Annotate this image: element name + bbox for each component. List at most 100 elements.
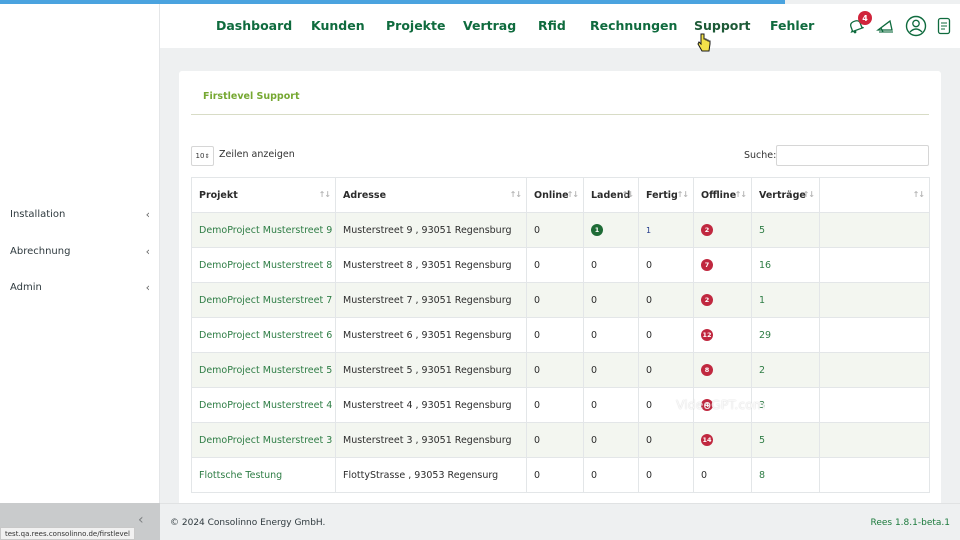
- offline-badge: 8: [701, 364, 713, 376]
- address-cell: Musterstreet 6 , 93051 Regensburg: [335, 317, 527, 353]
- fertig-cell: 1: [646, 225, 652, 235]
- ladend-cell: 0: [583, 422, 639, 458]
- user-circle-icon: [905, 15, 927, 37]
- ladend-cell: 0: [583, 387, 639, 423]
- address-cell: FlottyStrasse , 93053 Regensurg: [335, 457, 527, 493]
- sidebar-collapse-icon[interactable]: ‹: [138, 512, 144, 528]
- card-title: Firstlevel Support: [203, 91, 300, 102]
- actions-cell: [819, 247, 930, 283]
- contracts-link[interactable]: 5: [759, 225, 765, 236]
- offline-cell: 0: [693, 457, 752, 493]
- sort-icon: ↑↓: [912, 190, 925, 199]
- project-link[interactable]: DemoProject Musterstreet 5: [199, 365, 332, 376]
- column-header-fertig[interactable]: Fertig ↑↓: [638, 177, 694, 213]
- ladend-cell: 0: [583, 352, 639, 388]
- notification-count-badge: 4: [858, 11, 872, 25]
- nav-rechnungen[interactable]: Rechnungen: [590, 18, 677, 33]
- search-input[interactable]: [776, 145, 929, 166]
- page-length-value: 10: [195, 152, 205, 160]
- select-arrow-icon: ⇕: [204, 152, 210, 160]
- online-cell: 0: [526, 422, 584, 458]
- address-cell: Musterstreet 4 , 93051 Regensburg: [335, 387, 527, 423]
- status-url: test.qa.rees.consolinno.de/firstlevel: [0, 527, 135, 540]
- nav-dashboard[interactable]: Dashboard: [216, 18, 292, 33]
- address-cell: Musterstreet 3 , 93051 Regensburg: [335, 422, 527, 458]
- address-cell: Musterstreet 8 , 93051 Regensburg: [335, 247, 527, 283]
- ladend-cell: 0: [583, 457, 639, 493]
- sidebar-item-abrechnung[interactable]: Abrechnung ‹: [0, 240, 160, 262]
- sort-icon: ↑↓: [621, 190, 634, 199]
- contracts-link[interactable]: 16: [759, 260, 771, 271]
- nav-rfid[interactable]: Rfid: [538, 18, 566, 33]
- contracts-link[interactable]: 2: [759, 365, 765, 376]
- project-link[interactable]: DemoProject Musterstreet 8: [199, 260, 332, 271]
- project-link[interactable]: DemoProject Musterstreet 9: [199, 225, 332, 236]
- title-divider: [191, 114, 929, 115]
- nav-vertrag[interactable]: Vertrag: [463, 18, 516, 33]
- nav-fehler[interactable]: Fehler: [770, 18, 814, 33]
- actions-cell: [819, 317, 930, 353]
- sidebar-item-installation[interactable]: Installation ‹: [0, 203, 160, 225]
- column-header-online[interactable]: Online ↑↓: [526, 177, 584, 213]
- profile-button[interactable]: [904, 14, 928, 38]
- fertig-cell: 0: [638, 457, 694, 493]
- footer: © 2024 Consolinno Energy GmbH. Rees 1.8.…: [160, 503, 960, 540]
- announcements-button[interactable]: [873, 14, 897, 38]
- column-header-projekt[interactable]: Projekt ↑↓: [191, 177, 336, 213]
- sidebar-item-label: Admin: [10, 281, 42, 293]
- column-header-adresse[interactable]: Adresse ↑↓: [335, 177, 527, 213]
- nav-kunden[interactable]: Kunden: [311, 18, 365, 33]
- project-link[interactable]: DemoProject Musterstreet 3: [199, 435, 332, 446]
- project-link[interactable]: DemoProject Musterstreet 4: [199, 400, 332, 411]
- chevron-left-icon: ‹: [145, 280, 150, 294]
- table-row: DemoProject Musterstreet 3 Musterstreet …: [191, 422, 930, 458]
- fertig-cell: 0: [638, 282, 694, 318]
- address-cell: Musterstreet 5 , 93051 Regensburg: [335, 352, 527, 388]
- sidebar-item-label: Abrechnung: [10, 245, 71, 257]
- sidebar: Installation ‹ Abrechnung ‹ Admin ‹: [0, 0, 160, 540]
- version-text: Rees 1.8.1-beta.1: [870, 518, 950, 528]
- actions-cell: [819, 457, 930, 493]
- sort-icon: ↑↓: [318, 190, 331, 199]
- column-header-ladend[interactable]: Ladend ↑↓: [583, 177, 639, 213]
- hand-pointer-icon: [697, 33, 711, 52]
- contracts-link[interactable]: 1: [759, 295, 765, 306]
- page-length-select[interactable]: 10 ⇕: [191, 146, 214, 166]
- top-navigation: Dashboard Kunden Projekte Vertrag Rfid R…: [160, 4, 960, 48]
- offline-badge: 14: [701, 434, 713, 446]
- online-cell: 0: [526, 387, 584, 423]
- project-link[interactable]: DemoProject Musterstreet 7: [199, 295, 332, 306]
- fertig-cell: 0: [638, 317, 694, 353]
- megaphone-icon: [876, 19, 893, 33]
- address-cell: Musterstreet 9 , 93051 Regensburg: [335, 212, 527, 248]
- offline-badge: 12: [701, 329, 713, 341]
- address-cell: Musterstreet 7 , 93051 Regensburg: [335, 282, 527, 318]
- column-header-offline[interactable]: Offline ↑↓: [693, 177, 752, 213]
- contracts-link[interactable]: 29: [759, 330, 771, 341]
- ladend-cell: 0: [583, 317, 639, 353]
- fertig-cell: 0: [638, 247, 694, 283]
- nav-projekte[interactable]: Projekte: [386, 18, 445, 33]
- offline-badge: 2: [701, 294, 713, 306]
- nav-support[interactable]: Support: [694, 18, 751, 33]
- table-row: DemoProject Musterstreet 6 Musterstreet …: [191, 317, 930, 353]
- contracts-link[interactable]: 8: [759, 470, 765, 481]
- project-link[interactable]: Flottsche Testung: [199, 470, 282, 481]
- contracts-link[interactable]: 5: [759, 435, 765, 446]
- document-icon: [937, 17, 951, 35]
- fertig-cell: 0: [638, 352, 694, 388]
- column-header-vertraege[interactable]: Verträge ↑↓: [751, 177, 820, 213]
- table-row: DemoProject Musterstreet 4 Musterstreet …: [191, 387, 930, 423]
- sort-icon: ↑↓: [676, 190, 689, 199]
- project-link[interactable]: DemoProject Musterstreet 6: [199, 330, 332, 341]
- column-header-actions[interactable]: ↑↓: [819, 177, 930, 213]
- ladend-cell: 0: [583, 282, 639, 318]
- documents-button[interactable]: [932, 14, 956, 38]
- search-label: Suche:: [744, 150, 777, 161]
- sort-icon: ↑↓: [509, 190, 522, 199]
- page-length-label: Zeilen anzeigen: [219, 149, 295, 160]
- table-row: DemoProject Musterstreet 8 Musterstreet …: [191, 247, 930, 283]
- sidebar-item-admin[interactable]: Admin ‹: [0, 276, 160, 298]
- sort-icon: ↑↓: [734, 190, 747, 199]
- notifications-button[interactable]: 4: [844, 11, 872, 38]
